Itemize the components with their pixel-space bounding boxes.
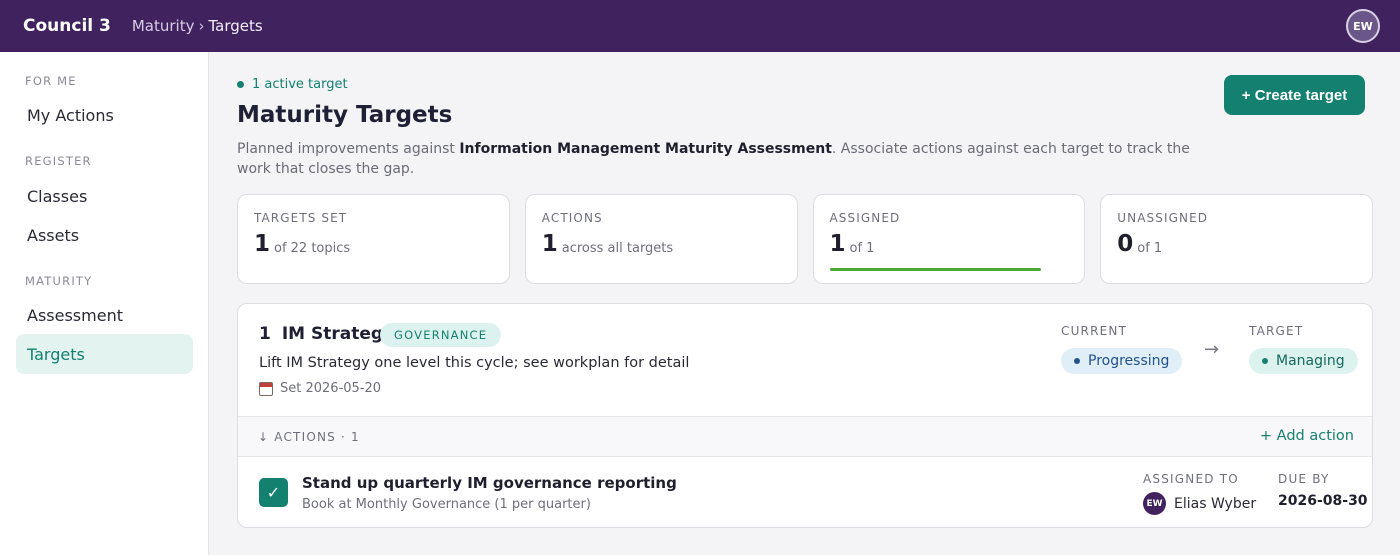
target-level-text: Managing (1276, 353, 1345, 369)
stats-row: TARGETS SET 1 of 22 topics ACTIONS 1 acr… (237, 194, 1373, 284)
active-target-count: 1 active target (252, 77, 348, 92)
assigned-progress-fill (829, 268, 1041, 271)
stat-sub: across all targets (561, 241, 674, 256)
sidebar-item-targets[interactable]: Targets (16, 334, 193, 374)
actions-toggle[interactable]: ↓ ACTIONS · 1 (258, 430, 360, 444)
stat-value: 1 (829, 231, 846, 257)
sidebar-item-assets[interactable]: Assets (16, 215, 193, 255)
status-dot-icon (1262, 358, 1268, 364)
stat-card-unassigned: UNASSIGNED 0 of 1 (1100, 194, 1373, 284)
status-dot-icon (237, 81, 244, 88)
assessment-name: Information Management Maturity Assessme… (459, 141, 832, 157)
stat-label: TARGETS SET (254, 211, 348, 225)
target-level-label: TARGET (1249, 324, 1304, 338)
breadcrumb-separator: › (198, 17, 205, 35)
sidebar-section-maturity: MATURITY (25, 274, 93, 288)
assignee: EW Elias Wyber (1143, 492, 1256, 515)
current-level-badge: Progressing (1061, 348, 1183, 374)
description-prefix: Planned improvements against (237, 141, 460, 157)
stat-sub: of 22 topics (274, 241, 351, 256)
stat-sub: of 1 (1137, 241, 1163, 256)
status-dot-icon (1074, 358, 1080, 364)
breadcrumb: Maturity › Targets (132, 17, 263, 35)
due-by-label: DUE BY (1278, 472, 1330, 486)
checkbox-checked-icon[interactable]: ✓ (259, 478, 288, 507)
stat-card-actions: ACTIONS 1 across all targets (524, 194, 798, 284)
stat-value: 1 (254, 231, 271, 257)
set-date-text: Set 2026-05-20 (280, 381, 382, 396)
actions-header: ↓ ACTIONS · 1 + Add action (238, 416, 1372, 457)
page-title: Maturity Targets (237, 102, 453, 128)
breadcrumb-targets: Targets (208, 17, 263, 35)
stat-card-assigned: ASSIGNED 1 of 1 (812, 194, 1086, 284)
calendar-icon (259, 381, 273, 396)
sidebar-item-assessment[interactable]: Assessment (16, 295, 193, 335)
add-action-button[interactable]: + Add action (1260, 428, 1354, 444)
current-level-label: CURRENT (1061, 324, 1128, 338)
active-target-indicator: 1 active target (237, 77, 348, 92)
target-description: Lift IM Strategy one level this cycle; s… (259, 355, 690, 371)
stat-value: 1 (541, 231, 558, 257)
target-set-date: Set 2026-05-20 (259, 381, 381, 396)
stat-card-targets-set: TARGETS SET 1 of 22 topics (237, 194, 510, 284)
arrow-right-icon: → (1204, 339, 1220, 360)
app-brand[interactable]: Council 3 (23, 16, 111, 36)
action-row[interactable]: ✓ Stand up quarterly IM governance repor… (238, 457, 1372, 527)
current-level-text: Progressing (1088, 353, 1170, 369)
sidebar-item-classes[interactable]: Classes (16, 176, 193, 216)
target-title[interactable]: 1 IM Strategy (259, 324, 394, 344)
target-index: 1 (259, 324, 271, 344)
stat-label: ASSIGNED (829, 211, 901, 225)
top-bar: Council 3 Maturity › Targets EW (0, 0, 1400, 52)
create-target-button[interactable]: + Create target (1224, 75, 1365, 115)
target-level-badge: Managing (1249, 348, 1358, 374)
sidebar: FOR ME My Actions REGISTER Classes Asset… (0, 52, 209, 555)
target-name: IM Strategy (281, 324, 395, 344)
stat-value: 0 (1117, 231, 1134, 257)
stat-sub: of 1 (849, 241, 875, 256)
stat-label: UNASSIGNED (1117, 211, 1209, 225)
sidebar-section-for-me: FOR ME (25, 74, 77, 88)
avatar: EW (1143, 492, 1166, 515)
user-avatar[interactable]: EW (1346, 9, 1380, 43)
sidebar-section-register: REGISTER (25, 154, 92, 168)
sidebar-item-my-actions[interactable]: My Actions (16, 95, 193, 135)
category-badge: GOVERNANCE (380, 323, 502, 347)
breadcrumb-maturity[interactable]: Maturity (132, 17, 195, 35)
assigned-to-label: ASSIGNED TO (1143, 472, 1239, 486)
assigned-progress-bar (829, 268, 1041, 271)
page-description: Planned improvements against Information… (237, 139, 1217, 179)
assignee-name: Elias Wyber (1174, 495, 1257, 512)
target-card: 1 IM Strategy GOVERNANCE Lift IM Strateg… (237, 303, 1373, 528)
stat-label: ACTIONS (541, 211, 603, 225)
due-date: 2026-08-30 (1278, 493, 1368, 509)
action-subtitle: Book at Monthly Governance (1 per quarte… (302, 497, 591, 512)
action-title[interactable]: Stand up quarterly IM governance reporti… (302, 474, 677, 492)
